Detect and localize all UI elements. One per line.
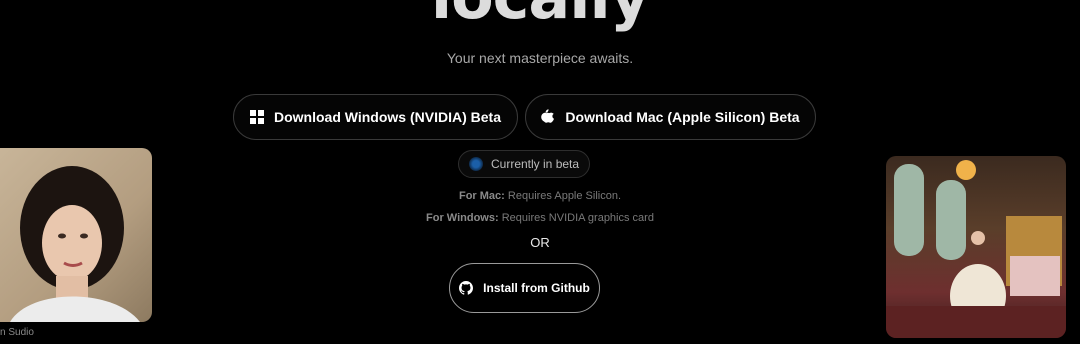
apple-icon bbox=[541, 109, 555, 125]
mac-requirement-prefix: For Mac: bbox=[458, 190, 505, 202]
beta-status-badge: Currently in beta bbox=[458, 150, 590, 178]
windows-requirement-prefix: For Windows: bbox=[426, 212, 499, 224]
mac-requirement-text: Requires Apple Silicon. bbox=[507, 190, 622, 202]
github-icon bbox=[459, 281, 474, 295]
gallery-caption: n Sudio bbox=[0, 327, 34, 338]
windows-requirement-text: Requires NVIDIA graphics card bbox=[501, 212, 654, 224]
windows-icon bbox=[250, 110, 264, 124]
gallery-image-portrait bbox=[0, 148, 152, 322]
tagline: Your next masterpiece awaits. bbox=[446, 50, 634, 66]
download-windows-label: Download Windows (NVIDIA) Beta bbox=[274, 109, 501, 125]
download-mac-label: Download Mac (Apple Silicon) Beta bbox=[565, 109, 800, 125]
hero-title: locally bbox=[0, 0, 1080, 33]
download-windows-button[interactable]: Download Windows (NVIDIA) Beta bbox=[233, 94, 518, 140]
download-mac-button[interactable]: Download Mac (Apple Silicon) Beta bbox=[525, 94, 816, 140]
install-github-button[interactable]: Install from Github bbox=[449, 263, 600, 313]
gallery-image-room bbox=[886, 156, 1066, 338]
install-github-label: Install from Github bbox=[483, 281, 590, 295]
status-dot-icon bbox=[469, 157, 483, 171]
beta-status-label: Currently in beta bbox=[491, 157, 580, 171]
